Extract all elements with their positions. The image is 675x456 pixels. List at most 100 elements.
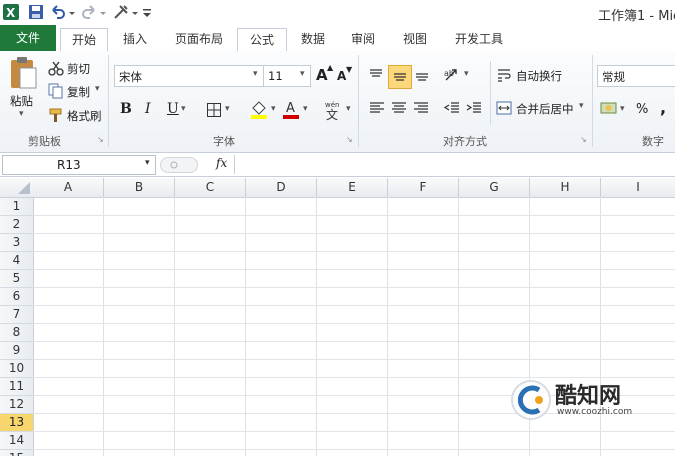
- row-header-2[interactable]: 2: [0, 216, 34, 234]
- format-painter-button[interactable]: 格式刷: [67, 108, 102, 124]
- font-name-select[interactable]: 宋体 ▾: [114, 65, 264, 87]
- number-format-select[interactable]: 常规: [597, 65, 675, 87]
- tab-developer[interactable]: 开发工具: [446, 28, 512, 50]
- copy-button[interactable]: 复制: [67, 84, 90, 100]
- underline-button[interactable]: U: [167, 101, 179, 117]
- tab-file[interactable]: 文件: [0, 25, 56, 51]
- row-header-4[interactable]: 4: [0, 252, 34, 270]
- select-all-button[interactable]: [0, 178, 34, 198]
- borders-dropdown-icon[interactable]: ▾: [225, 104, 230, 114]
- tab-data[interactable]: 数据: [290, 28, 336, 50]
- row-header-11[interactable]: 11: [0, 378, 34, 396]
- alignment-launcher-icon[interactable]: ↘: [580, 135, 587, 144]
- copy-icon[interactable]: [48, 83, 64, 99]
- column-header-f[interactable]: F: [388, 178, 459, 198]
- percent-button[interactable]: %: [636, 102, 648, 117]
- row-header-13[interactable]: 13: [0, 414, 34, 432]
- font-name-dropdown-icon[interactable]: ▾: [253, 69, 258, 79]
- increase-indent-icon[interactable]: [465, 99, 483, 117]
- row-header-10[interactable]: 10: [0, 360, 34, 378]
- font-size-dropdown-icon[interactable]: ▾: [300, 69, 305, 79]
- orientation-icon[interactable]: ab: [443, 65, 463, 85]
- merge-center-dropdown-icon[interactable]: ▾: [579, 101, 584, 111]
- row-header-5[interactable]: 5: [0, 270, 34, 288]
- row-header-14[interactable]: 14: [0, 432, 34, 450]
- name-box[interactable]: R13 ▾: [2, 155, 156, 175]
- row-header-6[interactable]: 6: [0, 288, 34, 306]
- currency-dropdown-icon[interactable]: ▾: [620, 104, 625, 114]
- redo-dropdown-icon[interactable]: [99, 3, 107, 21]
- column-header-a[interactable]: A: [33, 178, 104, 198]
- align-center-icon[interactable]: [390, 99, 408, 117]
- paste-button[interactable]: 粘贴: [10, 93, 33, 109]
- shrink-font-button[interactable]: A: [337, 69, 346, 83]
- merge-center-icon[interactable]: [496, 100, 512, 116]
- merge-center-button[interactable]: 合并后居中: [516, 101, 574, 117]
- column-header-e[interactable]: E: [317, 178, 388, 198]
- tab-view[interactable]: 视图: [392, 28, 438, 50]
- italic-button[interactable]: I: [145, 101, 151, 117]
- undo-dropdown-icon[interactable]: [68, 3, 76, 21]
- tools-dropdown-icon[interactable]: [131, 3, 139, 21]
- insert-function-button[interactable]: fx: [216, 156, 227, 170]
- excel-logo-icon[interactable]: X: [2, 3, 20, 21]
- cut-icon[interactable]: [48, 60, 64, 76]
- fill-color-icon[interactable]: [250, 99, 268, 119]
- wrap-text-icon[interactable]: [496, 67, 512, 83]
- row-header-3[interactable]: 3: [0, 234, 34, 252]
- wrap-text-button[interactable]: 自动换行: [516, 68, 562, 84]
- phonetic-guide-icon[interactable]: wén 文: [322, 99, 344, 121]
- row-header-15[interactable]: 15: [0, 450, 34, 456]
- font-size-select[interactable]: 11 ▾: [263, 65, 311, 87]
- worksheet-grid[interactable]: A B C D E F G H I 1 2 3 4 5 6 7 8 9 10 1…: [0, 178, 675, 456]
- tools-icon[interactable]: [112, 3, 130, 21]
- fill-color-dropdown-icon[interactable]: ▾: [271, 104, 276, 114]
- format-painter-icon[interactable]: [48, 107, 64, 123]
- tab-home[interactable]: 开始: [60, 28, 108, 53]
- name-box-dropdown-icon[interactable]: ▾: [145, 158, 150, 168]
- align-top-icon[interactable]: [366, 65, 386, 85]
- orientation-dropdown-icon[interactable]: ▾: [464, 69, 469, 79]
- column-header-g[interactable]: G: [459, 178, 530, 198]
- paste-icon[interactable]: [6, 55, 40, 91]
- underline-dropdown-icon[interactable]: ▾: [181, 104, 186, 114]
- column-header-b[interactable]: B: [104, 178, 175, 198]
- formula-bar-splitter-icon[interactable]: [160, 157, 198, 173]
- column-header-h[interactable]: H: [530, 178, 601, 198]
- row-header-9[interactable]: 9: [0, 342, 34, 360]
- font-color-dropdown-icon[interactable]: ▾: [303, 104, 308, 114]
- borders-icon[interactable]: [206, 102, 222, 118]
- copy-dropdown-icon[interactable]: ▾: [95, 84, 100, 94]
- row-header-7[interactable]: 7: [0, 306, 34, 324]
- font-launcher-icon[interactable]: ↘: [346, 135, 353, 144]
- cut-button[interactable]: 剪切: [67, 61, 90, 77]
- align-middle-icon[interactable]: [388, 65, 412, 89]
- decrease-indent-icon[interactable]: [443, 99, 461, 117]
- column-header-d[interactable]: D: [246, 178, 317, 198]
- align-bottom-icon[interactable]: [412, 65, 432, 85]
- column-header-c[interactable]: C: [175, 178, 246, 198]
- formula-input[interactable]: [234, 155, 675, 174]
- grow-font-button[interactable]: A: [316, 66, 328, 84]
- comma-button[interactable]: ,: [660, 98, 666, 117]
- customize-qat-icon[interactable]: [142, 3, 152, 21]
- row-header-8[interactable]: 8: [0, 324, 34, 342]
- tab-insert[interactable]: 插入: [112, 28, 158, 50]
- align-left-icon[interactable]: [368, 99, 386, 117]
- row-header-1[interactable]: 1: [0, 198, 34, 216]
- save-icon[interactable]: [27, 3, 45, 21]
- undo-icon[interactable]: [49, 3, 67, 21]
- paste-dropdown-icon[interactable]: ▾: [19, 109, 24, 119]
- clipboard-launcher-icon[interactable]: ↘: [97, 135, 104, 144]
- tab-formulas[interactable]: 公式: [237, 28, 287, 53]
- column-header-i[interactable]: I: [601, 178, 675, 198]
- bold-button[interactable]: B: [120, 101, 132, 117]
- redo-icon[interactable]: [80, 3, 98, 21]
- tab-review[interactable]: 审阅: [340, 28, 386, 50]
- phonetic-dropdown-icon[interactable]: ▾: [346, 104, 351, 114]
- tab-page-layout[interactable]: 页面布局: [166, 28, 232, 50]
- align-right-icon[interactable]: [412, 99, 430, 117]
- row-header-12[interactable]: 12: [0, 396, 34, 414]
- font-color-icon[interactable]: A: [282, 99, 300, 119]
- currency-icon[interactable]: [600, 99, 618, 117]
